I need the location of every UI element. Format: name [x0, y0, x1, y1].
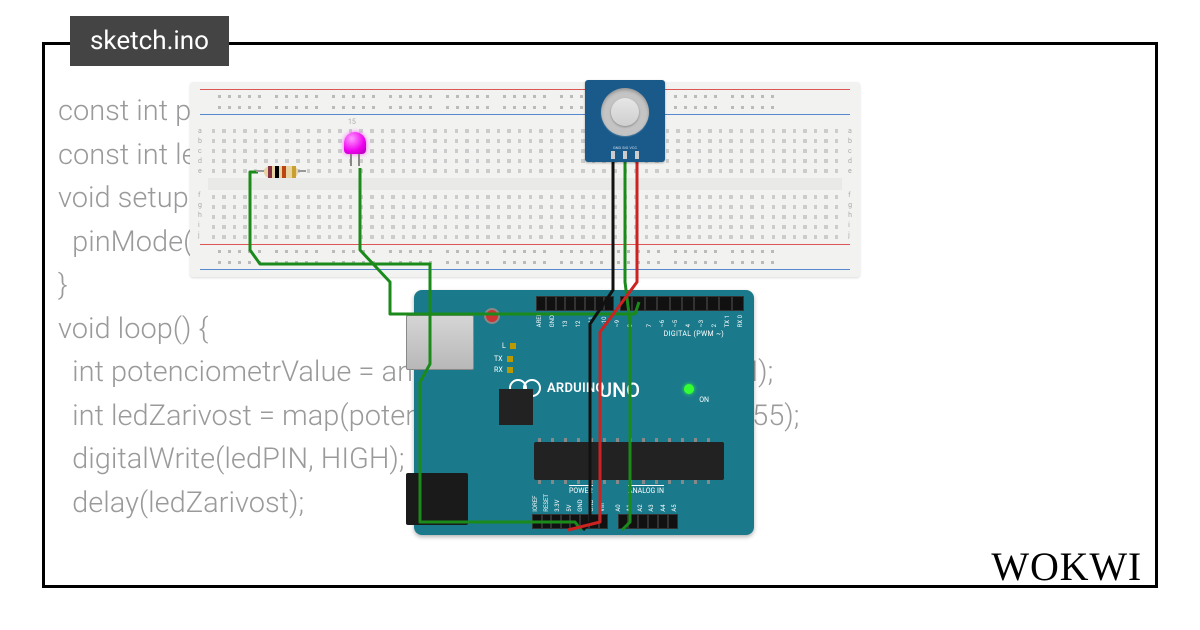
on-label: ON: [699, 396, 709, 404]
chip-icon: [499, 389, 533, 425]
digital-section-label: DIGITAL (PWM ~): [664, 330, 724, 338]
bottom-pin-labels: IOREFRESET3.3V5VGNDGNDVinA0A1A2A3A4A5: [532, 494, 678, 512]
digital-pin-labels: AREFGND1312~11~10~987~6~54~32TX 1RX 0: [536, 313, 744, 327]
power-jack-icon: [406, 473, 468, 525]
led-component[interactable]: [344, 132, 366, 161]
power-pin-header[interactable]: [532, 514, 608, 529]
atmega-chip-icon: [534, 442, 724, 480]
txrx-leds: TX RX: [494, 354, 513, 376]
file-tab[interactable]: sketch.ino: [70, 16, 229, 66]
analog-pin-header[interactable]: [618, 514, 678, 529]
resistor-component[interactable]: [256, 164, 306, 180]
led-bulb-icon: [344, 132, 366, 154]
reset-button[interactable]: [484, 308, 500, 324]
board-model-label: UNO: [599, 378, 640, 402]
potentiometer-module[interactable]: GND SIG VCC: [585, 80, 665, 162]
usb-port-icon: [406, 315, 474, 370]
digital-pin-header[interactable]: [536, 296, 614, 311]
circuit-canvas[interactable]: abcde fghij abcde fghij 15 GND SIG VCC: [190, 82, 860, 552]
digital-pin-header[interactable]: [620, 296, 744, 311]
pot-pin-labels: GND SIG VCC: [585, 145, 665, 150]
power-on-led-icon: [684, 384, 694, 394]
arduino-uno-board[interactable]: DIGITAL (PWM ~) L TX RX ARDUINO UNO ON P…: [414, 290, 754, 535]
wokwi-logo: WOKWI: [991, 543, 1142, 590]
l-led-label: L: [502, 342, 516, 350]
